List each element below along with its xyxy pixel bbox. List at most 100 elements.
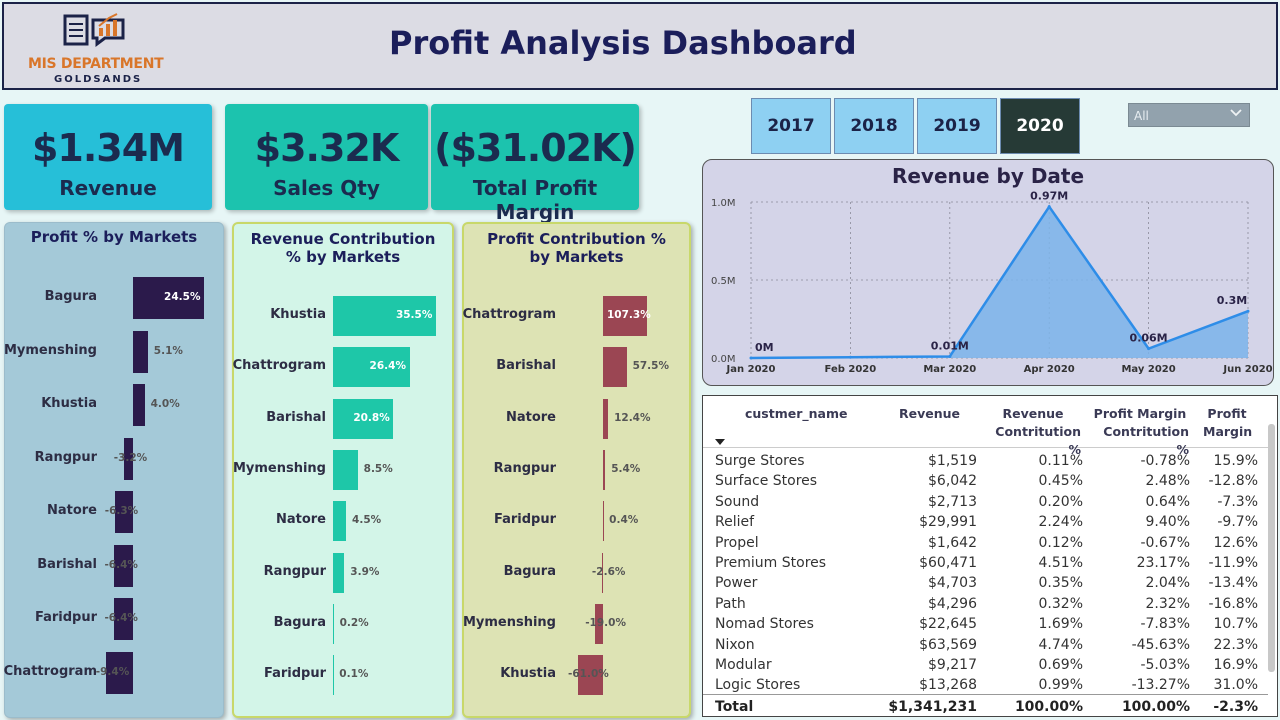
col-header-name[interactable]: custmer_name bbox=[745, 405, 847, 423]
cell-rev-contrib: 4.51% bbox=[1038, 555, 1083, 571]
year-button-2019[interactable]: 2019 bbox=[917, 98, 997, 154]
cell-customer-name: Surge Stores bbox=[715, 453, 805, 469]
chart-title: Revenue Contribution % by Markets bbox=[250, 230, 436, 266]
table-row[interactable]: Sound $2,713 0.20% 0.64% -7.3% bbox=[703, 491, 1268, 511]
col-header-margin-line1: Profit bbox=[1207, 406, 1247, 421]
bar-data-label: 57.5% bbox=[632, 360, 669, 373]
data-point bbox=[1147, 347, 1151, 351]
bar-mark[interactable] bbox=[333, 449, 358, 490]
bar-category-label: Chattrogram bbox=[3, 663, 97, 679]
kpi-card-profit-margin[interactable]: ($31.02K) Total Profit Margin bbox=[431, 104, 639, 224]
col-header-profit-contrib-line1: Profit Margin bbox=[1093, 406, 1187, 421]
bar-data-label: 5.4% bbox=[611, 462, 641, 475]
cell-profit-contrib: 2.32% bbox=[1145, 595, 1190, 612]
cell-rev-contrib: 0.99% bbox=[1038, 677, 1083, 694]
x-tick-label: Apr 2020 bbox=[1024, 364, 1075, 375]
x-tick-label: Feb 2020 bbox=[825, 364, 877, 375]
bar-category-label: Khustia bbox=[41, 396, 97, 411]
bar-category-label: Bagura bbox=[503, 563, 556, 579]
table-scrollbar[interactable] bbox=[1268, 424, 1275, 672]
table-row[interactable]: Surface Stores $6,042 0.45% 2.48% -12.8% bbox=[703, 470, 1268, 490]
col-header-rev-contrib-line1: Revenue bbox=[1002, 406, 1064, 421]
kpi-value: ($31.02K) bbox=[434, 126, 637, 170]
bar-mark[interactable] bbox=[333, 655, 334, 696]
bar-data-label: -19.0% bbox=[585, 616, 626, 629]
bar-mark[interactable] bbox=[133, 384, 145, 426]
year-button-2018[interactable]: 2018 bbox=[834, 98, 914, 154]
cell-profit-margin: -9.7% bbox=[1217, 514, 1258, 531]
cell-profit-contrib: -45.63% bbox=[1131, 636, 1190, 653]
bar-mark[interactable] bbox=[333, 603, 334, 644]
bar-data-label: 4.5% bbox=[352, 514, 382, 527]
table-row[interactable]: Surge Stores $1,519 0.11% -0.78% 15.9% bbox=[703, 450, 1268, 470]
cell-rev-contrib: 0.20% bbox=[1038, 493, 1083, 510]
year-button-2017[interactable]: 2017 bbox=[751, 98, 831, 154]
revenue-contribution-chart[interactable]: Revenue Contribution % by Markets Khusti… bbox=[232, 222, 454, 718]
bar-data-label: -61.0% bbox=[567, 668, 609, 681]
table-row[interactable]: Logic Stores $13,268 0.99% -13.27% 31.0% bbox=[703, 674, 1268, 694]
y-tick-label: 0.5M bbox=[711, 276, 736, 287]
data-point bbox=[948, 354, 952, 358]
logo-subtitle: GOLDSANDS bbox=[54, 74, 143, 85]
bar-mark[interactable] bbox=[603, 398, 609, 439]
cell-profit-contrib: -0.67% bbox=[1140, 534, 1190, 551]
bar-mark[interactable] bbox=[133, 330, 148, 373]
col-header-profit-margin[interactable]: Profit Margin bbox=[1203, 405, 1253, 441]
col-header-revenue[interactable]: Revenue bbox=[899, 405, 960, 423]
sort-desc-icon[interactable] bbox=[715, 439, 725, 445]
data-label: 0.01M bbox=[931, 339, 969, 352]
y-tick-label: 1.0M bbox=[711, 198, 736, 209]
bar-mark[interactable] bbox=[603, 449, 606, 490]
profit-by-markets-chart[interactable]: Profit % by Markets Bagura 24.5% Mymenshin… bbox=[4, 222, 224, 718]
bar-data-label: -6.3% bbox=[104, 505, 139, 517]
table-row[interactable]: Nixon $63,569 4.74% -45.63% 22.3% bbox=[703, 634, 1268, 654]
cell-customer-name: Modular bbox=[715, 657, 772, 673]
profit-contribution-chart[interactable]: Profit Contribution % by Markets Chattro… bbox=[462, 222, 691, 718]
table-row[interactable]: Modular $9,217 0.69% -5.03% 16.9% bbox=[703, 654, 1268, 674]
data-label: 0M bbox=[755, 341, 774, 354]
cell-revenue: $4,296 bbox=[928, 595, 977, 612]
table-row[interactable]: Nomad Stores $22,645 1.69% -7.83% 10.7% bbox=[703, 613, 1268, 633]
bar-data-label: 3.9% bbox=[350, 565, 380, 578]
cell-revenue: $1,519 bbox=[928, 453, 977, 469]
table-row[interactable]: Power $4,703 0.35% 2.04% -13.4% bbox=[703, 572, 1268, 592]
cell-customer-name: Relief bbox=[715, 514, 755, 531]
cell-profit-margin: 12.6% bbox=[1213, 534, 1258, 551]
kpi-card-revenue[interactable]: $1.34M Revenue bbox=[4, 104, 212, 210]
filter-selected-value: All bbox=[1134, 109, 1149, 123]
revenue-by-date-chart[interactable]: Revenue by Date 0.0M 0.5M 1.0M Jan 2020 Feb … bbox=[702, 159, 1274, 386]
cell-customer-name: Nomad Stores bbox=[715, 616, 814, 633]
bar-data-label: 8.5% bbox=[363, 462, 393, 475]
cell-rev-contrib: 0.11% bbox=[1038, 453, 1083, 469]
table-row[interactable]: Path $4,296 0.32% 2.32% -16.8% bbox=[703, 593, 1268, 613]
bar-mark[interactable] bbox=[333, 501, 347, 542]
bar-category-label: Mymenshing bbox=[3, 342, 97, 358]
bar-category-label: Faridpur bbox=[263, 666, 326, 682]
table-row[interactable]: Propel $1,642 0.12% -0.67% 12.6% bbox=[703, 532, 1268, 552]
chart-title: Profit % by Markets bbox=[30, 228, 198, 246]
cell-customer-name: Propel bbox=[715, 534, 759, 551]
cell-rev-contrib: 0.35% bbox=[1038, 575, 1083, 592]
col-header-margin-line2: Margin bbox=[1203, 424, 1253, 439]
data-point bbox=[1246, 309, 1250, 313]
year-button-2020[interactable]: 2020 bbox=[1000, 98, 1080, 154]
cell-rev-contrib: 2.24% bbox=[1038, 514, 1083, 531]
filter-dropdown[interactable]: All bbox=[1128, 103, 1250, 127]
table-row[interactable]: Relief $29,991 2.24% 9.40% -9.7% bbox=[703, 511, 1268, 531]
cell-customer-name: Path bbox=[715, 595, 746, 612]
cell-profit-margin: -7.3% bbox=[1217, 493, 1258, 510]
data-point bbox=[1047, 205, 1051, 209]
cell-customer-name: Power bbox=[715, 575, 758, 592]
bar-mark[interactable] bbox=[603, 347, 627, 388]
table-total-row: Total $1,341,231 100.00% 100.00% -2.3% bbox=[703, 694, 1268, 718]
kpi-value: $3.32K bbox=[254, 126, 400, 170]
total-revenue: $1,341,231 bbox=[888, 699, 977, 715]
header-banner: MIS DEPARTMENT GOLDSANDS Profit Analysis… bbox=[2, 2, 1278, 90]
customer-table[interactable]: custmer_name Revenue Revenue Contritutio… bbox=[702, 395, 1278, 717]
kpi-card-sales-qty[interactable]: $3.32K Sales Qty bbox=[225, 104, 428, 210]
bar-mark[interactable] bbox=[603, 501, 604, 542]
bar-mark[interactable] bbox=[333, 552, 345, 593]
bar-category-label: Mymenshing bbox=[462, 614, 556, 630]
table-row[interactable]: Premium Stores $60,471 4.51% 23.17% -11.9% bbox=[703, 552, 1268, 572]
cell-profit-contrib: 2.04% bbox=[1145, 575, 1190, 592]
